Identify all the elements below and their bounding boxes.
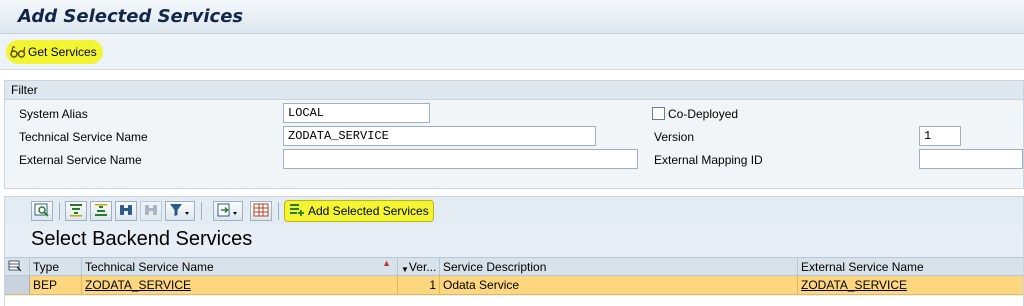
- application-toolbar: Get Services: [0, 34, 1024, 70]
- cell-external-service-name-link[interactable]: ZODATA_SERVICE: [798, 276, 1024, 294]
- select-all-button[interactable]: [5, 258, 30, 275]
- export-icon: [217, 203, 239, 220]
- co-deployed-label: Co-Deployed: [668, 107, 739, 121]
- add-selected-services-button[interactable]: Add Selected Services: [284, 200, 434, 222]
- external-service-name-label: External Service Name: [19, 153, 142, 167]
- version-input[interactable]: [919, 126, 961, 146]
- find-next-button[interactable]: [140, 201, 162, 221]
- external-service-name-input[interactable]: [283, 149, 638, 169]
- sort-descending-icon: [93, 203, 109, 220]
- grid-empty-area: [5, 296, 1023, 306]
- details-button[interactable]: [31, 201, 53, 221]
- system-alias-input[interactable]: [283, 103, 430, 123]
- version-label: Version: [654, 130, 695, 144]
- technical-service-name-input[interactable]: [283, 126, 596, 146]
- column-header-technical-service-name-label: Technical Service Name: [85, 260, 214, 274]
- find-button[interactable]: [115, 201, 137, 221]
- grid-header: Type Technical Service Name ▲ ▼Ver... Se…: [5, 257, 1023, 276]
- toolbar-separator: [59, 202, 60, 220]
- filter-indicator-icon: ▼: [401, 265, 409, 274]
- cell-version: 1: [398, 276, 440, 294]
- filter-group: Filter System Alias Co-Deployed Technica…: [4, 80, 1024, 189]
- technical-service-name-label: Technical Service Name: [19, 130, 148, 144]
- grid-title: Select Backend Services: [31, 228, 253, 250]
- system-alias-label: System Alias: [19, 107, 88, 121]
- service-list-area: Add Selected Services Select Backend Ser…: [4, 196, 1024, 306]
- layout-icon: [253, 203, 269, 220]
- select-all-icon: [8, 260, 22, 275]
- cell-technical-service-name-link[interactable]: ZODATA_SERVICE: [82, 276, 398, 294]
- details-icon: [34, 203, 50, 220]
- sort-indicator-icon: ▲: [382, 258, 391, 268]
- get-services-label: Get Services: [28, 45, 97, 59]
- title-bar: Add Selected Services: [0, 0, 1024, 34]
- sort-descending-button[interactable]: [90, 201, 112, 221]
- filter-button[interactable]: [165, 201, 195, 221]
- toolbar-separator: [201, 202, 202, 220]
- column-header-version[interactable]: ▼Ver...: [398, 258, 440, 275]
- layout-button[interactable]: [250, 201, 272, 221]
- column-header-external-service-name[interactable]: External Service Name: [798, 258, 1024, 275]
- grid-toolbar: Add Selected Services: [5, 197, 1023, 225]
- column-header-version-label: Ver...: [408, 260, 437, 274]
- external-mapping-id-label: External Mapping ID: [654, 153, 763, 167]
- sort-ascending-button[interactable]: [65, 201, 87, 221]
- page-title: Add Selected Services: [18, 6, 244, 27]
- filter-icon: [169, 203, 191, 220]
- sort-ascending-icon: [68, 203, 84, 220]
- external-mapping-id-input[interactable]: [919, 149, 1023, 169]
- column-header-technical-service-name[interactable]: Technical Service Name ▲: [82, 258, 398, 275]
- filter-legend: Filter: [5, 81, 1023, 100]
- find-icon: [118, 203, 134, 220]
- glasses-icon: [10, 45, 26, 59]
- toolbar-separator: [278, 202, 279, 220]
- row-selector[interactable]: [5, 276, 30, 294]
- column-header-service-description[interactable]: Service Description: [440, 258, 798, 275]
- table-row[interactable]: BEP ZODATA_SERVICE 1 Odata Service ZODAT…: [5, 276, 1023, 295]
- add-list-icon: [289, 203, 305, 220]
- get-services-button[interactable]: Get Services: [6, 40, 103, 64]
- cell-type: BEP: [30, 276, 82, 294]
- add-selected-services-label: Add Selected Services: [308, 204, 429, 218]
- export-button[interactable]: [213, 201, 243, 221]
- cell-service-description: Odata Service: [440, 276, 798, 294]
- column-header-type[interactable]: Type: [30, 258, 82, 275]
- find-next-icon: [143, 203, 159, 220]
